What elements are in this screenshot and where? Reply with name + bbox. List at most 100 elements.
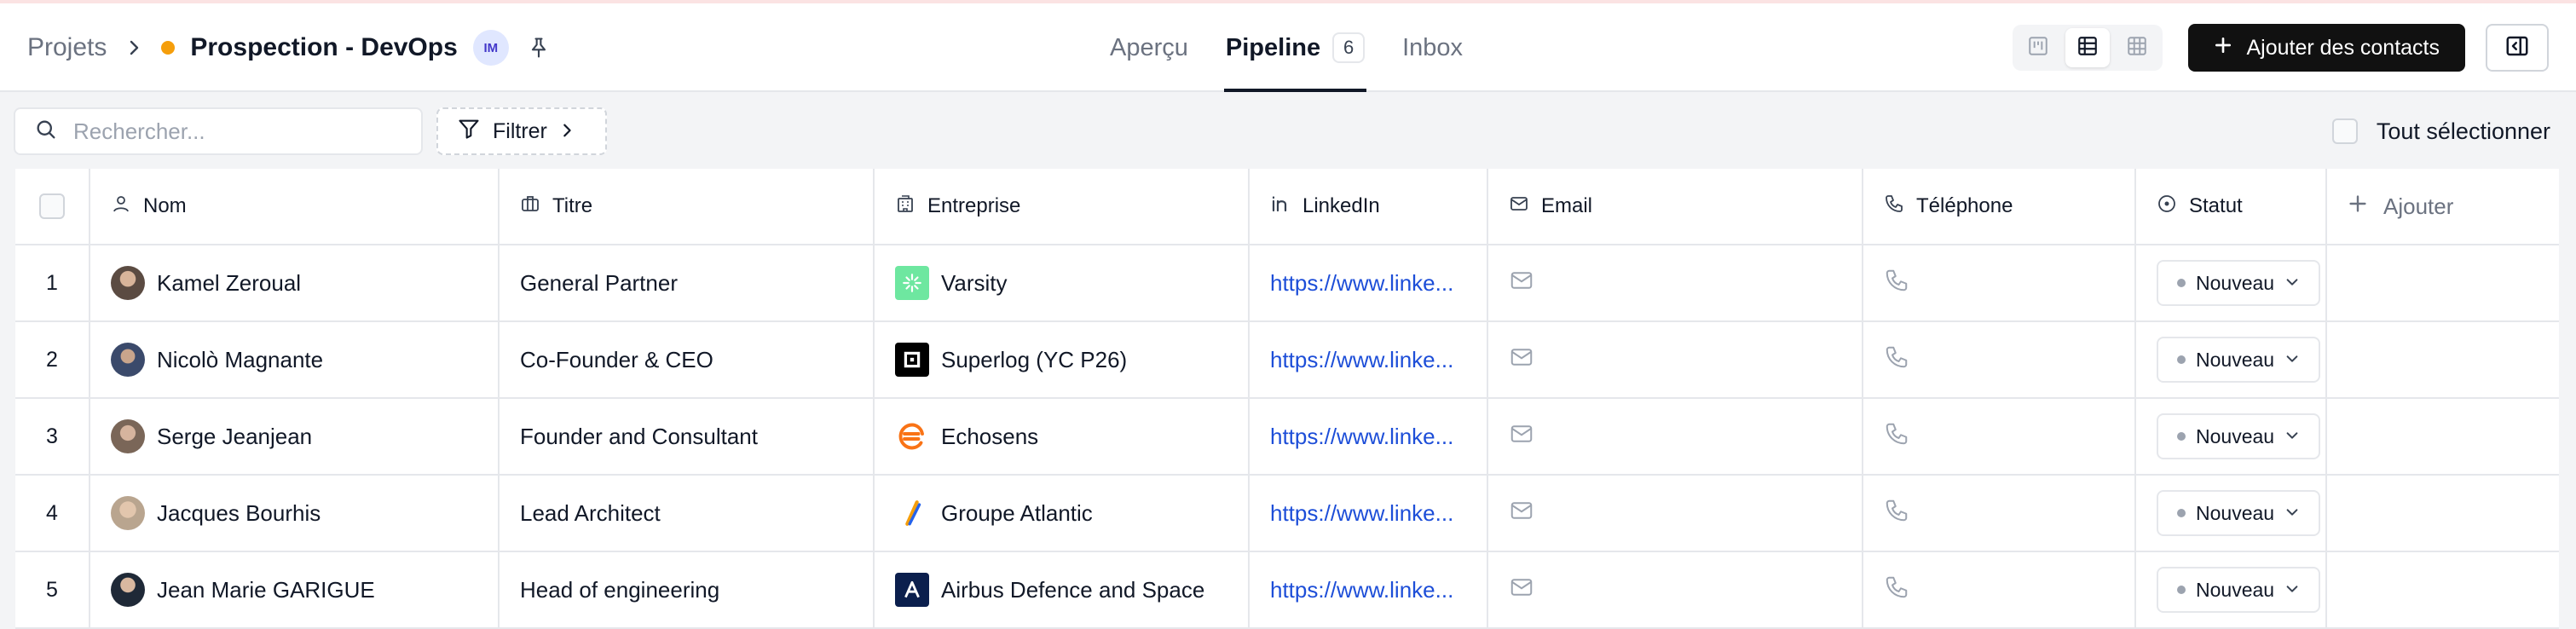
phone-cell[interactable] xyxy=(1863,476,2136,551)
linkedin-cell[interactable]: https://www.linke... xyxy=(1250,245,1488,320)
search-icon xyxy=(34,118,58,146)
contact-name-cell[interactable]: Jean Marie GARIGUE xyxy=(90,552,500,627)
select-all-control[interactable]: Tout sélectionner xyxy=(2331,107,2550,155)
column-header-email[interactable]: Email xyxy=(1488,169,1863,244)
tab-apercu[interactable]: Aperçu xyxy=(1108,3,1190,92)
email-cell[interactable] xyxy=(1488,399,1863,474)
contact-name-cell[interactable]: Nicolò Magnante xyxy=(90,322,500,397)
column-header-linkedin[interactable]: LinkedIn xyxy=(1250,169,1488,244)
company-cell[interactable]: Varsity xyxy=(875,245,1250,320)
avatar xyxy=(111,419,145,453)
linkedin-link[interactable]: https://www.linke... xyxy=(1270,347,1453,373)
empty-cell xyxy=(2327,476,2446,551)
contact-title-cell[interactable]: Co-Founder & CEO xyxy=(500,322,875,397)
table-view-button[interactable] xyxy=(2065,28,2111,67)
status-dropdown[interactable]: Nouveau xyxy=(2157,337,2321,383)
linkedin-cell[interactable]: https://www.linke... xyxy=(1250,552,1488,627)
breadcrumb-root-link[interactable]: Projets xyxy=(27,33,107,62)
column-header-nom[interactable]: Nom xyxy=(90,169,500,244)
table-row[interactable]: 1 Kamel Zeroual General Partner Varsity … xyxy=(15,245,2559,322)
select-all-checkbox[interactable] xyxy=(2331,118,2358,144)
user-icon xyxy=(111,193,131,220)
company-cell[interactable]: Groupe Atlantic xyxy=(875,476,1250,551)
filter-button[interactable]: Filtrer xyxy=(436,107,607,155)
company-logo-echosens xyxy=(895,419,929,453)
email-cell[interactable] xyxy=(1488,552,1863,627)
view-mode-switcher xyxy=(2013,25,2163,71)
status-dropdown[interactable]: Nouveau xyxy=(2157,567,2321,613)
status-dot xyxy=(2177,279,2186,287)
chevron-down-icon xyxy=(2284,349,2300,372)
phone-cell[interactable] xyxy=(1863,399,2136,474)
contact-name-cell[interactable]: Kamel Zeroual xyxy=(90,245,500,320)
table-row[interactable]: 4 Jacques Bourhis Lead Architect Groupe … xyxy=(15,476,2559,552)
linkedin-link[interactable]: https://www.linke... xyxy=(1270,424,1453,450)
table-row[interactable]: 5 Jean Marie GARIGUE Head of engineering… xyxy=(15,552,2559,629)
project-status-dot xyxy=(161,41,176,55)
linkedin-cell[interactable]: https://www.linke... xyxy=(1250,476,1488,551)
contact-title-cell[interactable]: General Partner xyxy=(500,245,875,320)
email-cell[interactable] xyxy=(1488,322,1863,397)
linkedin-cell[interactable]: https://www.linke... xyxy=(1250,322,1488,397)
row-number: 3 xyxy=(15,399,90,474)
contact-name-cell[interactable]: Serge Jeanjean xyxy=(90,399,500,474)
phone-cell[interactable] xyxy=(1863,245,2136,320)
row-number: 5 xyxy=(15,552,90,627)
contact-title-cell[interactable]: Founder and Consultant xyxy=(500,399,875,474)
status-label: Nouveau xyxy=(2196,578,2275,601)
chevron-right-icon xyxy=(559,119,575,144)
email-cell[interactable] xyxy=(1488,245,1863,320)
contact-name-cell[interactable]: Jacques Bourhis xyxy=(90,476,500,551)
contact-title-cell[interactable]: Head of engineering xyxy=(500,552,875,627)
row-number-text: 1 xyxy=(46,270,58,295)
empty-cell xyxy=(2327,245,2446,320)
search-input[interactable]: Rechercher... xyxy=(14,107,423,155)
company-cell[interactable]: Echosens xyxy=(875,399,1250,474)
contact-name: Jean Marie GARIGUE xyxy=(157,576,375,603)
status-cell: Nouveau xyxy=(2136,245,2327,320)
pin-icon[interactable] xyxy=(524,33,553,62)
column-header-entreprise[interactable]: Entreprise xyxy=(875,169,1250,244)
column-label: Statut xyxy=(2189,194,2243,217)
table-row[interactable]: 2 Nicolò Magnante Co-Founder & CEO Super… xyxy=(15,322,2559,399)
linkedin-icon xyxy=(1270,193,1291,220)
grid-view-button[interactable] xyxy=(2115,28,2159,67)
view-tabs: Aperçu Pipeline 6 Inbox xyxy=(1108,3,1464,92)
company-cell[interactable]: Superlog (YC P26) xyxy=(875,322,1250,397)
sidebar-panel-icon xyxy=(2504,33,2530,63)
plus-icon xyxy=(2348,193,2368,220)
phone-cell[interactable] xyxy=(1863,552,2136,627)
linkedin-link[interactable]: https://www.linke... xyxy=(1270,270,1453,297)
add-column-button[interactable]: Ajouter xyxy=(2327,169,2559,244)
column-header-statut[interactable]: Statut xyxy=(2136,169,2327,244)
breadcrumb: Projets Prospection - DevOps IM xyxy=(27,3,553,92)
column-header-titre[interactable]: Titre xyxy=(500,169,875,244)
phone-cell[interactable] xyxy=(1863,322,2136,397)
mail-icon xyxy=(1509,193,1529,220)
company-cell[interactable]: Airbus Defence and Space xyxy=(875,552,1250,627)
status-dropdown[interactable]: Nouveau xyxy=(2157,260,2321,306)
linkedin-cell[interactable]: https://www.linke... xyxy=(1250,399,1488,474)
header-checkbox[interactable] xyxy=(39,193,65,219)
contact-title-cell[interactable]: Lead Architect xyxy=(500,476,875,551)
header-actions: Ajouter des contacts xyxy=(2013,3,2549,92)
tab-pipeline[interactable]: Pipeline 6 xyxy=(1223,3,1367,92)
linkedin-link[interactable]: https://www.linke... xyxy=(1270,500,1453,527)
linkedin-link[interactable]: https://www.linke... xyxy=(1270,577,1453,603)
toggle-panel-button[interactable] xyxy=(2486,24,2549,72)
status-dropdown[interactable]: Nouveau xyxy=(2157,490,2321,536)
kanban-view-button[interactable] xyxy=(2016,28,2060,67)
avatar xyxy=(111,496,145,530)
tab-inbox[interactable]: Inbox xyxy=(1401,3,1464,92)
owner-avatar[interactable]: IM xyxy=(472,30,509,66)
status-dropdown[interactable]: Nouveau xyxy=(2157,413,2321,459)
table-row[interactable]: 3 Serge Jeanjean Founder and Consultant … xyxy=(15,399,2559,476)
email-cell[interactable] xyxy=(1488,476,1863,551)
avatar xyxy=(111,266,145,300)
column-header-telephone[interactable]: Téléphone xyxy=(1863,169,2136,244)
mail-icon xyxy=(1509,421,1534,453)
column-label: Nom xyxy=(143,194,187,217)
status-cell: Nouveau xyxy=(2136,322,2327,397)
add-contacts-button[interactable]: Ajouter des contacts xyxy=(2188,24,2465,72)
status-label: Nouveau xyxy=(2196,348,2275,371)
